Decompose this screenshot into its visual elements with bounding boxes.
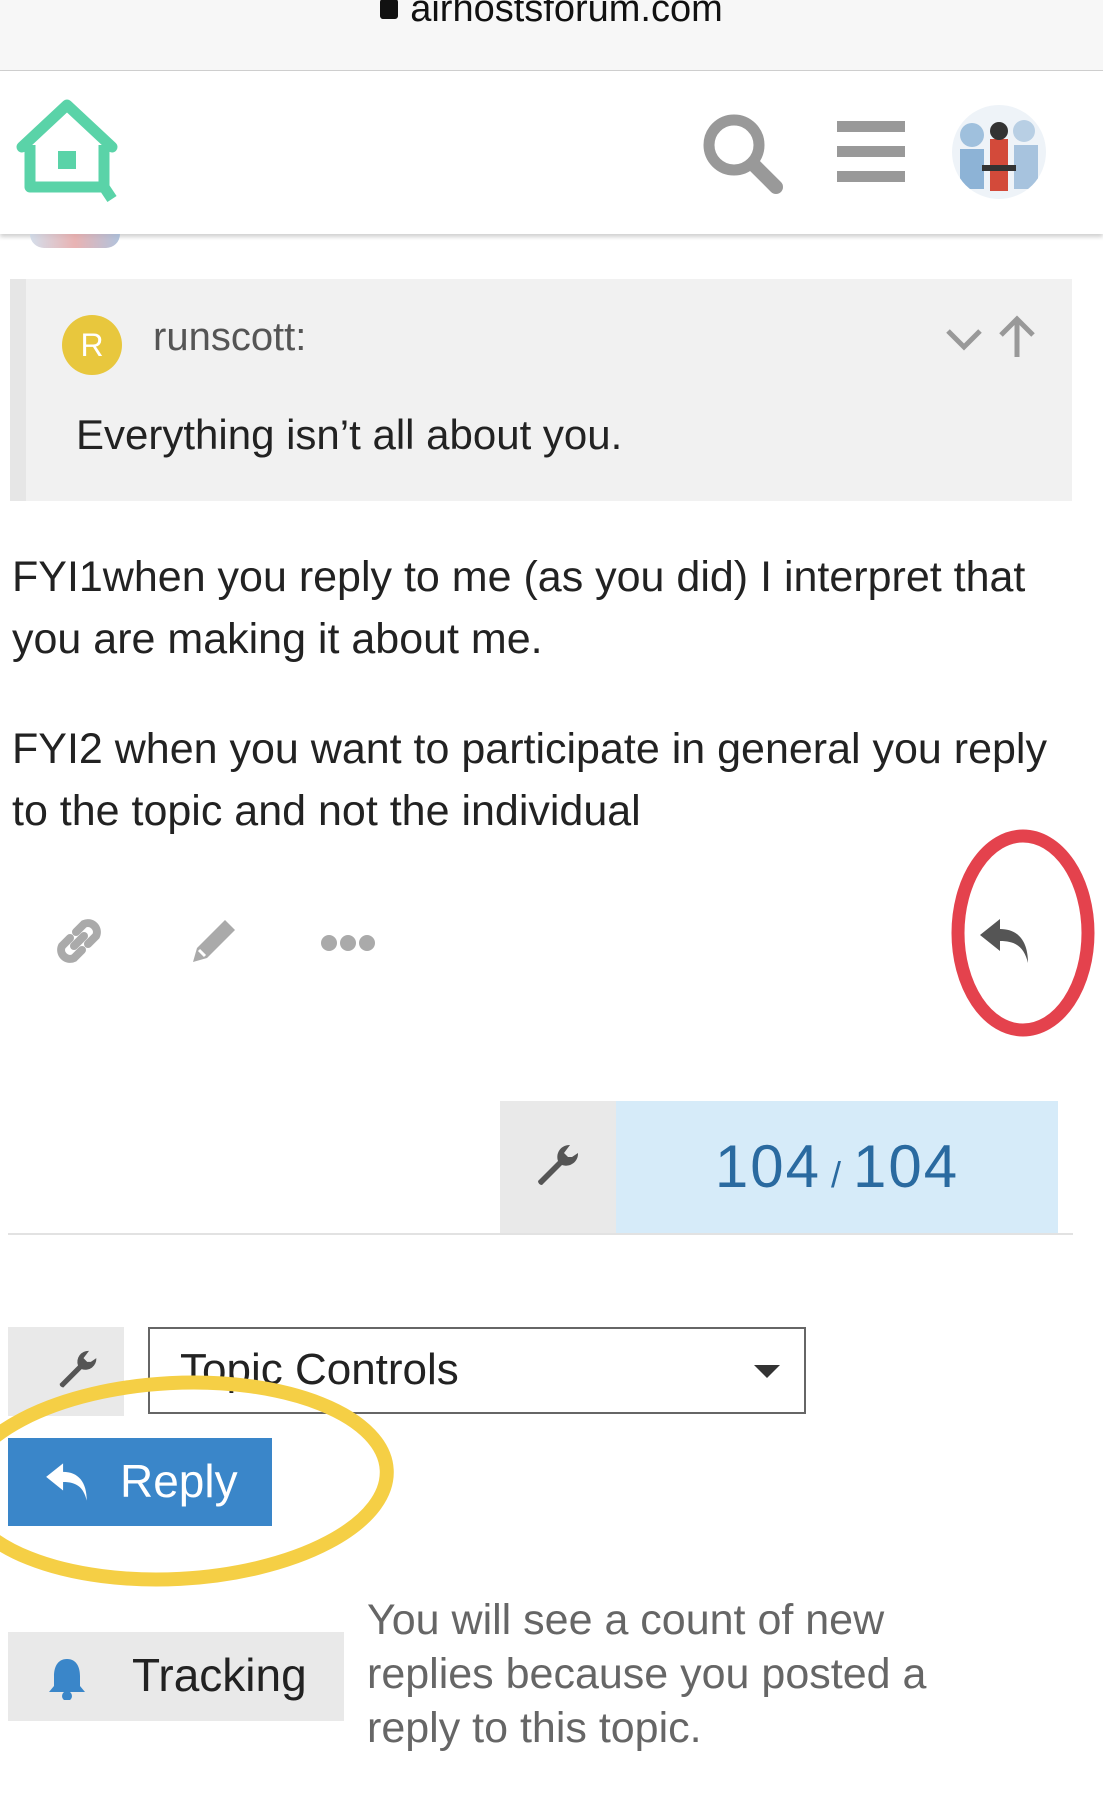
notification-tracking-button[interactable]: Tracking	[8, 1632, 344, 1721]
post-paragraph-1: FYI1when you reply to me (as you did) I …	[12, 553, 1026, 663]
wrench-icon	[538, 1144, 579, 1185]
user-avatar[interactable]	[952, 105, 1046, 199]
post-counter[interactable]: 104/104	[616, 1101, 1058, 1233]
poster-avatar-partial	[30, 234, 120, 248]
caret-down-icon	[754, 1365, 780, 1378]
divider	[8, 1233, 1073, 1235]
admin-wrench-button[interactable]	[500, 1101, 616, 1233]
url-value: airhostsforum.com	[410, 0, 723, 30]
quote-block: R runscott: Everything isn’t all about y…	[10, 279, 1072, 501]
tracking-description: You will see a count of new replies beca…	[367, 1596, 927, 1752]
chevron-down-icon[interactable]	[944, 319, 984, 359]
ellipsis-icon[interactable]	[320, 932, 376, 954]
reply-arrow-icon[interactable]	[978, 915, 1036, 967]
reply-button-label: Reply	[120, 1455, 238, 1507]
bell-icon	[49, 1659, 85, 1700]
lock-icon	[380, 0, 399, 19]
post-paragraph-2: FYI2 when you want to participate in gen…	[12, 725, 1047, 835]
reply-button[interactable]: Reply	[8, 1438, 272, 1526]
pencil-icon[interactable]	[185, 912, 243, 970]
post-counter-separator: /	[830, 1154, 843, 1195]
reply-icon	[46, 1463, 87, 1501]
quote-text: Everything isn’t all about you.	[76, 411, 623, 458]
wrench-icon	[59, 1350, 97, 1388]
topic-admin-wrench-button[interactable]	[8, 1327, 124, 1416]
link-icon[interactable]	[50, 912, 108, 970]
topic-controls-dropdown[interactable]: Topic Controls	[148, 1327, 806, 1414]
quote-username[interactable]: runscott:	[153, 315, 306, 360]
search-icon[interactable]	[700, 111, 786, 197]
topic-controls-label: Topic Controls	[180, 1345, 459, 1394]
post-counter-total: 104	[853, 1133, 960, 1200]
tracking-label: Tracking	[132, 1649, 307, 1701]
hamburger-icon[interactable]	[835, 119, 907, 183]
url-text: airhostsforum.com	[0, 0, 1103, 31]
post-counter-current: 104	[714, 1133, 821, 1200]
arrow-up-icon[interactable]	[996, 315, 1038, 359]
house-icon[interactable]	[12, 95, 122, 205]
browser-url-bar[interactable]: airhostsforum.com	[0, 0, 1103, 71]
topic-progress[interactable]: 104/104	[500, 1101, 1058, 1233]
quote-avatar[interactable]: R	[62, 315, 122, 375]
site-header	[0, 71, 1103, 234]
